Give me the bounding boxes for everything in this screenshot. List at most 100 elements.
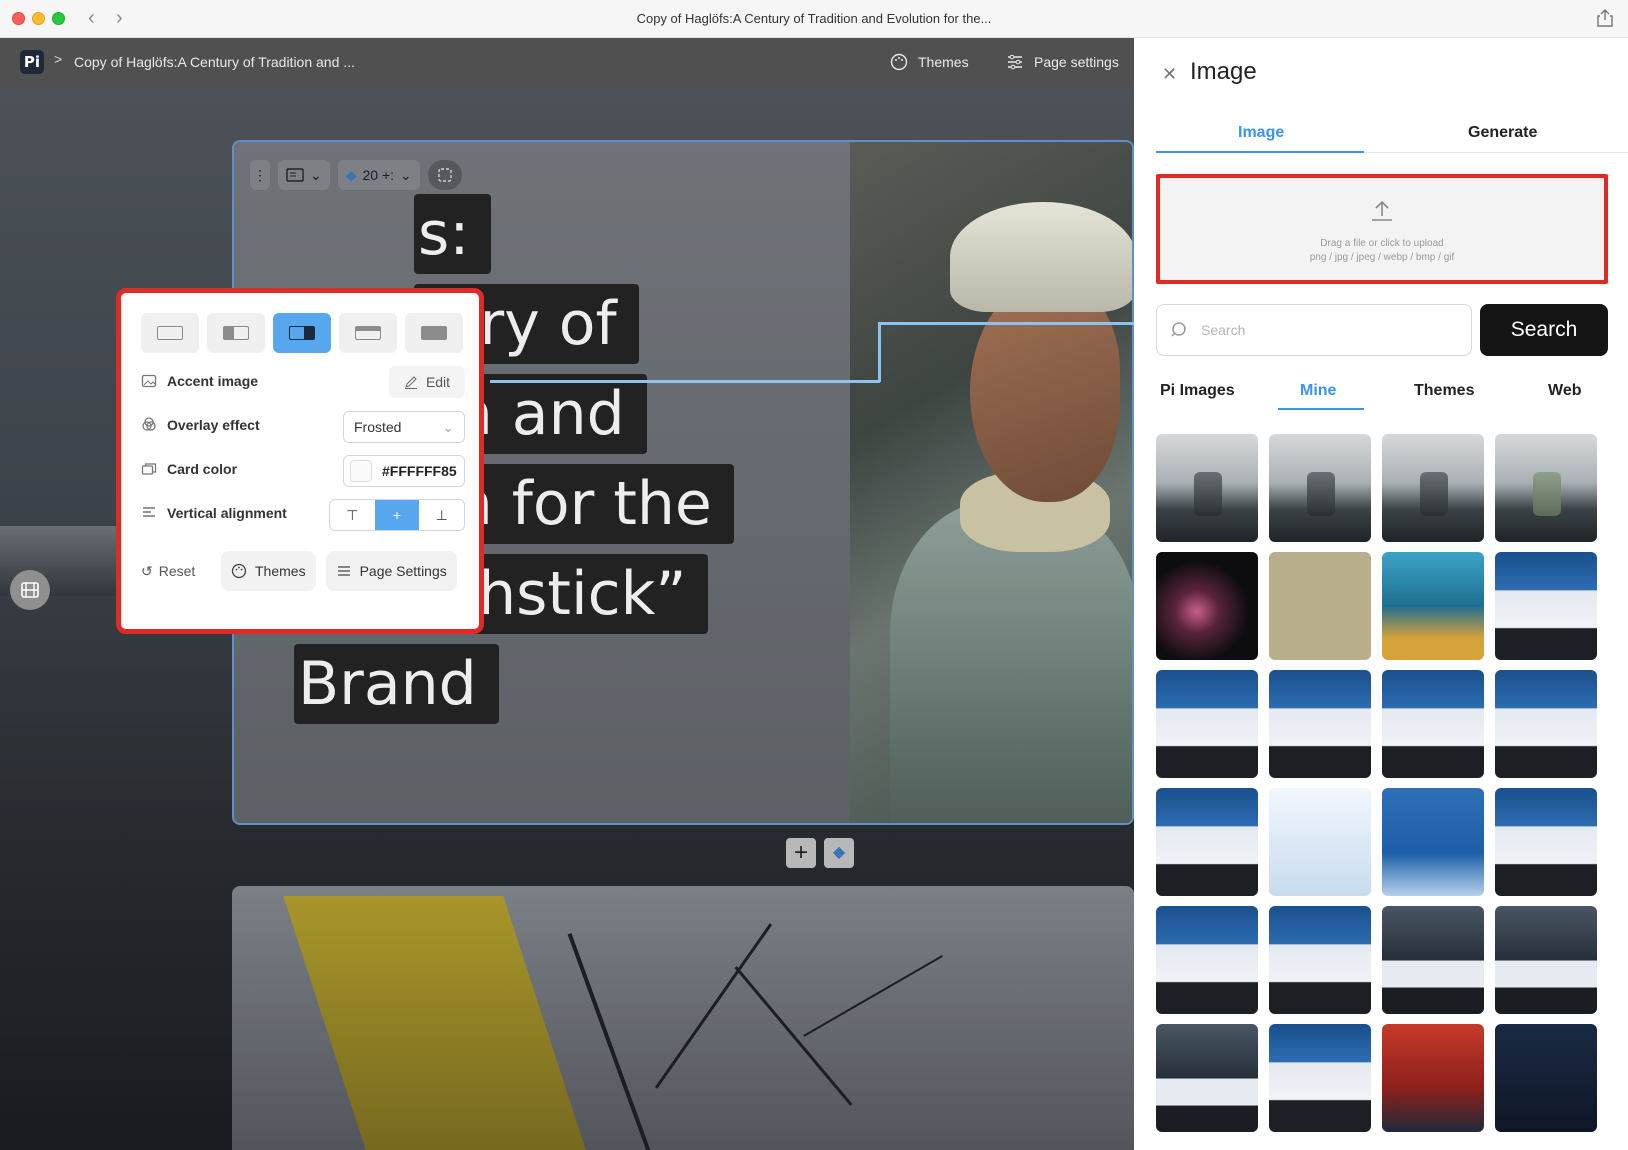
align-icon: [143, 507, 155, 517]
thumbnail-device: [1420, 472, 1448, 516]
thumbnail-device: [1307, 472, 1335, 516]
source-tab-pi-images[interactable]: Pi Images: [1160, 382, 1235, 400]
photo-cap: [950, 202, 1132, 312]
spacing-dropdown[interactable]: ◆ 20 +: ⌄: [337, 160, 420, 190]
align-middle-icon: +: [392, 507, 402, 523]
source-tab-mine[interactable]: Mine: [1300, 382, 1336, 400]
page-settings-label: Page settings: [1034, 54, 1119, 70]
chevron-down-icon: ⌄: [400, 166, 412, 183]
align-top-button[interactable]: ⊤: [330, 500, 375, 530]
layout-option-blank[interactable]: [141, 313, 199, 353]
thumbnail[interactable]: [1495, 1024, 1597, 1132]
vertical-alignment-row: Vertical alignment: [141, 505, 287, 521]
thumbnail[interactable]: [1382, 906, 1484, 1014]
chevron-down-icon: ⌄: [310, 166, 322, 183]
thumbnail[interactable]: [1382, 434, 1484, 542]
title-line-1[interactable]: s:: [414, 194, 492, 274]
popover-page-settings-button[interactable]: Page Settings: [325, 551, 457, 591]
overlay-icon: [142, 417, 156, 431]
thumbnail[interactable]: [1156, 552, 1258, 660]
tab-image[interactable]: Image: [1238, 124, 1284, 142]
add-slide-button[interactable]: +: [786, 838, 816, 868]
upload-dropzone[interactable]: Drag a file or click to upload png / jpg…: [1156, 174, 1608, 284]
slide2-branch: [734, 966, 853, 1106]
app-window: ‹ › Copy of Haglöfs:A Century of Traditi…: [0, 0, 1628, 1150]
pi-logo-icon[interactable]: Pi: [20, 50, 44, 74]
popover-themes-button[interactable]: Themes: [221, 551, 316, 591]
next-slide-card[interactable]: [232, 886, 1134, 1150]
reset-button[interactable]: ↺ Reset: [141, 563, 211, 580]
share-icon[interactable]: [1596, 8, 1614, 28]
image-search-box[interactable]: [1156, 304, 1472, 356]
layout-option-full[interactable]: [405, 313, 463, 353]
layout-option-left[interactable]: [207, 313, 265, 353]
color-swatch[interactable]: [350, 460, 372, 482]
thumbnail[interactable]: [1495, 906, 1597, 1014]
thumbnail[interactable]: [1495, 434, 1597, 542]
pencil-icon: [404, 376, 417, 389]
thumbnail[interactable]: [1156, 670, 1258, 778]
overlay-effect-value: Frosted: [354, 419, 402, 435]
thumbnail[interactable]: [1156, 788, 1258, 896]
edit-label: Edit: [425, 374, 451, 390]
thumbnail-device: [1194, 472, 1222, 516]
thumbnail[interactable]: [1269, 788, 1371, 896]
layout-option-right[interactable]: [273, 313, 331, 353]
card-color-row: Card color: [141, 461, 237, 477]
paint-bucket-button[interactable]: ◆: [824, 838, 854, 868]
align-bottom-icon: ⊥: [435, 506, 448, 523]
page-settings-button[interactable]: Page settings: [1006, 48, 1119, 76]
upload-instruction: Drag a file or click to upload: [1320, 238, 1444, 249]
thumbnail[interactable]: [1495, 670, 1597, 778]
editor-toolbar: Pi > Copy of Haglöfs:A Century of Tradit…: [0, 38, 1134, 86]
layout-dropdown[interactable]: ⌄: [278, 160, 330, 190]
card-color-input[interactable]: #FFFFFF85: [343, 455, 465, 487]
slide-add-controls: + ◆: [786, 838, 854, 868]
layout-top-icon: [355, 326, 381, 340]
thumbnail[interactable]: [1269, 670, 1371, 778]
connector-line: [878, 322, 1134, 325]
breadcrumb-title[interactable]: Copy of Haglöfs:A Century of Tradition a…: [74, 54, 355, 70]
thumbnail[interactable]: [1269, 434, 1371, 542]
search-button[interactable]: Search: [1480, 304, 1608, 356]
sliders-icon: [337, 566, 350, 576]
align-middle-button[interactable]: +: [374, 500, 420, 530]
slides-panel-toggle[interactable]: [10, 570, 50, 610]
search-input[interactable]: [1201, 322, 1421, 338]
thumbnail[interactable]: [1269, 906, 1371, 1014]
themes-button[interactable]: Themes: [890, 48, 969, 76]
layout-option-top[interactable]: [339, 313, 397, 353]
source-tab-web[interactable]: Web: [1548, 382, 1581, 400]
title-line-6[interactable]: Brand: [294, 644, 499, 724]
thumbnail[interactable]: [1382, 1024, 1484, 1132]
select-area-button[interactable]: [427, 160, 462, 190]
thumbnail[interactable]: [1156, 906, 1258, 1014]
accent-image-label: Accent image: [167, 373, 259, 389]
thumbnail[interactable]: [1269, 1024, 1371, 1132]
layout-full-icon: [421, 326, 447, 340]
thumbnail[interactable]: [1269, 552, 1371, 660]
connector-line: [490, 380, 880, 383]
card-icon: [141, 463, 157, 475]
accent-image-row: Accent image: [141, 373, 258, 389]
thumbnail[interactable]: [1382, 552, 1484, 660]
popover-footer: ↺ Reset Themes Page Settings: [141, 551, 457, 591]
source-tab-themes[interactable]: Themes: [1414, 382, 1474, 400]
thumbnail[interactable]: [1495, 788, 1597, 896]
slide2-branch: [567, 933, 661, 1150]
thumbnail[interactable]: [1495, 552, 1597, 660]
thumbnail[interactable]: [1382, 670, 1484, 778]
close-icon[interactable]: ✕: [1162, 64, 1177, 85]
palette-icon: [890, 53, 908, 71]
align-bottom-button[interactable]: ⊥: [419, 500, 464, 530]
drag-handle-icon[interactable]: ⋮: [250, 160, 270, 190]
thumbnail[interactable]: [1156, 1024, 1258, 1132]
edit-accent-button[interactable]: Edit: [389, 366, 465, 398]
thumbnail[interactable]: [1382, 788, 1484, 896]
layout-blank-icon: [157, 326, 183, 340]
reset-label: Reset: [158, 563, 196, 579]
overlay-effect-select[interactable]: Frosted ⌄: [343, 411, 465, 443]
layout-icon: [286, 168, 304, 182]
tab-generate[interactable]: Generate: [1468, 124, 1537, 142]
thumbnail[interactable]: [1156, 434, 1258, 542]
